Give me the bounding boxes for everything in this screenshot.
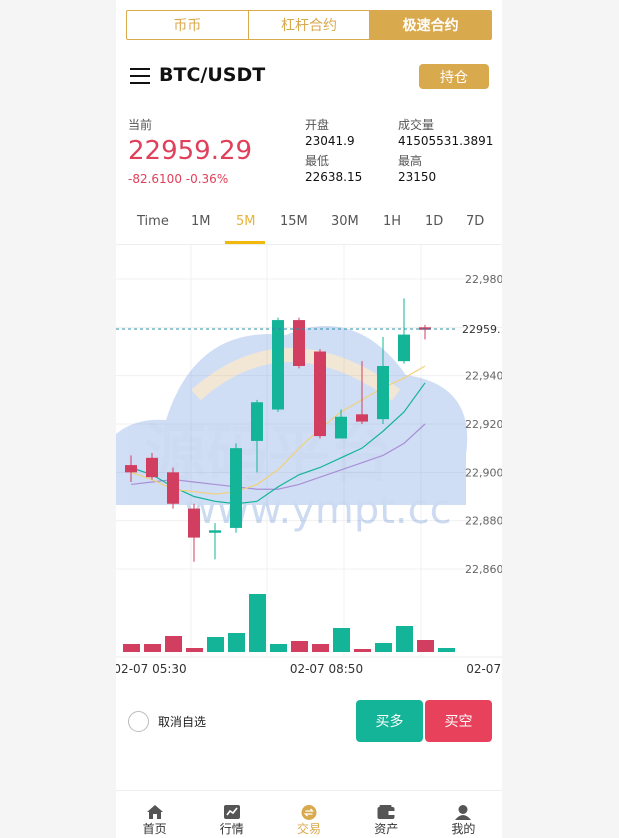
- nav-mine-label: 我的: [451, 822, 476, 836]
- candle-body: [125, 465, 137, 473]
- price-change: -82.6100 -0.36%: [128, 172, 229, 186]
- candle-body: [188, 508, 200, 538]
- current-price-label: 22959.: [462, 323, 501, 336]
- volume-bar: [270, 644, 287, 652]
- trade-type-tabs: 币币 杠杆合约 极速合约: [126, 10, 492, 40]
- tf-1m[interactable]: 1M: [191, 214, 211, 229]
- candle-body: [251, 402, 263, 441]
- x-tick-label: 02-07 05:30: [116, 662, 187, 676]
- watermark-text-en: www.ympt.cc: [184, 487, 452, 533]
- tf-time[interactable]: Time: [137, 214, 169, 229]
- watermark-text-cn: 源码平台: [144, 417, 392, 490]
- menu-icon[interactable]: [130, 68, 150, 84]
- volume-bar: [312, 644, 329, 652]
- home-icon: [146, 805, 163, 819]
- buy-short-button[interactable]: 买空: [425, 700, 492, 742]
- volume-bar: [291, 641, 308, 652]
- volume-bar: [438, 648, 455, 652]
- open-label: 开盘: [305, 118, 330, 132]
- trade-icon: [301, 805, 317, 820]
- pair-header: BTC/USDT 持仓: [130, 60, 490, 92]
- chart-icon: [223, 805, 240, 819]
- volume-bar: [123, 644, 140, 652]
- tf-5m[interactable]: 5M: [236, 214, 256, 229]
- tab-fast-contract[interactable]: 极速合约: [370, 11, 492, 39]
- x-tick-label: 02-07 08:50: [290, 662, 363, 676]
- volume-bar: [144, 644, 161, 652]
- tf-active-underline: [225, 241, 265, 244]
- candle-body: [335, 416, 347, 439]
- candle-body: [167, 472, 179, 504]
- low-value: 22638.15: [305, 170, 363, 184]
- y-tick-label: 22,980: [465, 273, 502, 286]
- high-label: 最高: [398, 154, 423, 168]
- candle-body: [272, 320, 284, 410]
- open-value: 23041.9: [305, 134, 355, 148]
- y-tick-label: 22,860: [465, 563, 502, 576]
- candle-body: [314, 351, 326, 437]
- volume-bar: [249, 594, 266, 652]
- tf-15m[interactable]: 15M: [280, 214, 308, 229]
- volume-value: 41505531.3891: [398, 134, 494, 148]
- kline-chart[interactable]: 源码平台www.ympt.cc 22959. 22,980 22,940 22,920 2…: [116, 245, 502, 677]
- app-screen: 币币 杠杆合约 极速合约 BTC/USDT 持仓 当前 22959.29 -82…: [116, 0, 502, 838]
- candle-body: [356, 414, 368, 422]
- volume-bar: [375, 643, 392, 652]
- wallet-icon: [377, 805, 395, 819]
- current-price: 22959.29: [128, 136, 253, 166]
- volume-bar: [228, 633, 245, 652]
- tf-1d[interactable]: 1D: [425, 214, 443, 229]
- candle-body: [398, 334, 410, 362]
- nav-trade-label: 交易: [297, 822, 322, 836]
- tab-spot[interactable]: 币币: [127, 11, 249, 39]
- user-icon: [455, 805, 472, 820]
- candle-body: [230, 448, 242, 528]
- y-tick-label: 22,940: [465, 370, 502, 383]
- volume-bar: [333, 628, 350, 652]
- volume-bar: [417, 640, 434, 652]
- y-tick-label: 22,920: [465, 418, 502, 431]
- favorite-toggle-icon[interactable]: [128, 711, 149, 732]
- nav-market-label: 行情: [219, 822, 244, 836]
- candle-body: [146, 457, 158, 478]
- y-tick-label: 22,900: [465, 466, 502, 479]
- favorite-toggle-label[interactable]: 取消自选: [158, 713, 206, 730]
- nav-mine[interactable]: 我的: [425, 791, 502, 838]
- nav-assets-label: 资产: [374, 822, 399, 836]
- volume-bar: [354, 649, 371, 652]
- nav-home[interactable]: 首页: [116, 791, 193, 838]
- volume-bar: [186, 648, 203, 652]
- current-price-label: 当前: [128, 118, 153, 132]
- volume-bar: [165, 636, 182, 652]
- positions-button[interactable]: 持仓: [419, 64, 489, 89]
- tf-1h[interactable]: 1H: [383, 214, 401, 229]
- nav-market[interactable]: 行情: [193, 791, 270, 838]
- tf-7d[interactable]: 7D: [466, 214, 484, 229]
- pair-title: BTC/USDT: [159, 64, 266, 86]
- candle-body: [377, 366, 389, 420]
- nav-assets[interactable]: 资产: [348, 791, 425, 838]
- candle-body: [293, 320, 305, 366]
- tf-30m[interactable]: 30M: [331, 214, 359, 229]
- tab-margin-contract[interactable]: 杠杆合约: [249, 11, 371, 39]
- buy-long-button[interactable]: 买多: [356, 700, 423, 742]
- timeframe-tabs: Time 1M 5M 15M 30M 1H 1D 7D: [116, 206, 502, 245]
- low-label: 最低: [305, 154, 330, 168]
- x-tick-label: 02-07 12:10: [466, 662, 502, 676]
- nav-home-label: 首页: [142, 822, 167, 836]
- bottom-nav: 首页 行情 交易 资产 我的: [116, 790, 502, 838]
- candle-body: [209, 530, 221, 533]
- y-tick-label: 22,880: [465, 515, 502, 528]
- volume-bar: [207, 637, 224, 652]
- volume-bar: [396, 626, 413, 652]
- high-value: 23150: [398, 170, 437, 184]
- volume-label: 成交量: [398, 118, 435, 132]
- nav-trade[interactable]: 交易: [270, 791, 347, 838]
